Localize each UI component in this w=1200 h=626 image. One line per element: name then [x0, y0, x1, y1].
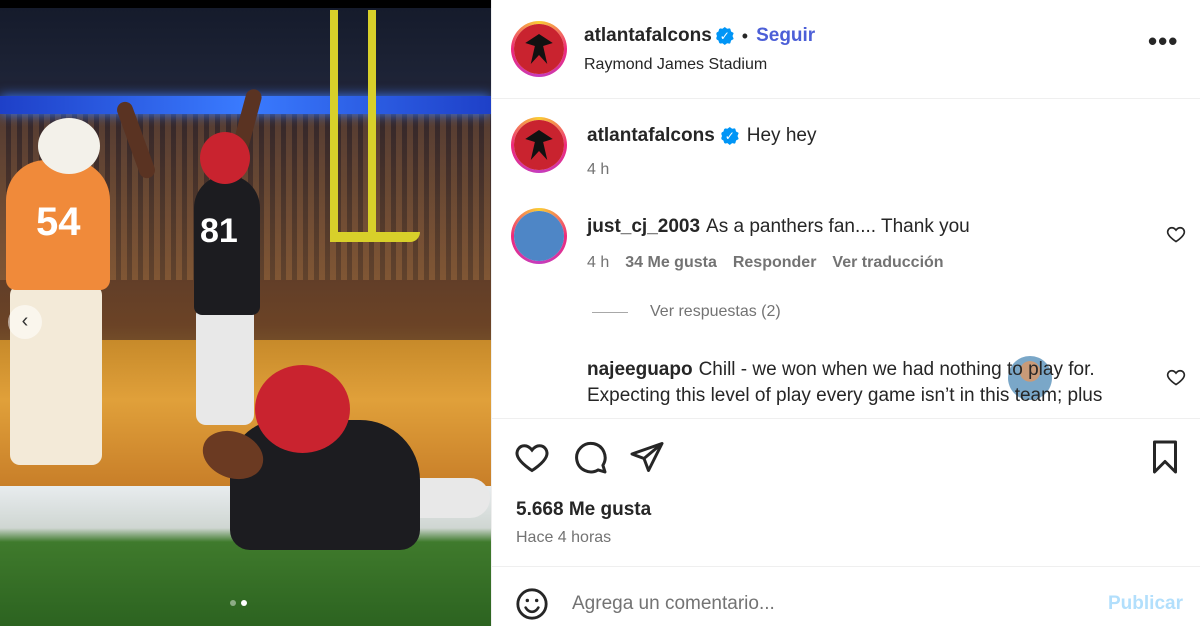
comment-likes[interactable]: 34 Me gusta — [625, 254, 717, 272]
caption-text-row: atlantafalcons ✓ Hey hey — [587, 123, 816, 149]
carousel-dot — [230, 600, 236, 606]
caption-meta: 4 h — [587, 161, 609, 179]
falcons-logo-icon — [525, 34, 553, 64]
goalpost-upright — [368, 10, 376, 240]
carousel-dots — [230, 600, 247, 606]
likes-count[interactable]: 5.668 Me gusta — [516, 499, 651, 521]
header-username[interactable]: atlantafalcons — [584, 25, 712, 47]
comment-meta: 4 h 34 Me gusta Responder Ver traducción — [587, 254, 944, 272]
view-replies-label: Ver respuestas (2) — [650, 303, 781, 320]
post-location[interactable]: Raymond James Stadium — [584, 56, 767, 74]
comment-text-row: just_cj_2003 As a panthers fan.... Thank … — [587, 214, 970, 240]
emoji-smiley-icon[interactable] — [515, 587, 549, 621]
comment-username[interactable]: just_cj_2003 — [587, 216, 700, 237]
add-comment-bar: Publicar — [492, 566, 1200, 626]
comment-username[interactable]: najeeguapo — [587, 359, 693, 380]
comment-reply-button[interactable]: Responder — [733, 254, 817, 272]
publish-comment-button[interactable]: Publicar — [1108, 593, 1183, 615]
carousel-dot-active — [241, 600, 247, 606]
like-heart-icon[interactable] — [514, 439, 550, 475]
save-bookmark-icon[interactable] — [1147, 439, 1183, 475]
caption-avatar[interactable] — [511, 117, 567, 173]
caption-text: Hey hey — [746, 125, 817, 146]
post-side-panel: atlantafalcons ✓ • Seguir Raymond James … — [491, 0, 1200, 626]
player-54-helmet — [38, 118, 100, 174]
caption-time: 4 h — [587, 161, 610, 178]
comment-input[interactable] — [572, 587, 1092, 621]
header-avatar[interactable] — [511, 21, 567, 77]
comment-avatar[interactable] — [511, 208, 567, 264]
goalpost — [330, 10, 338, 240]
user-avatar-image — [514, 211, 564, 261]
share-send-icon[interactable] — [629, 439, 665, 475]
verified-badge-icon: ✓ — [715, 27, 734, 45]
goalpost-base — [330, 232, 420, 242]
player-lying-helmet — [255, 365, 350, 453]
view-replies-button[interactable]: Ver respuestas (2) — [592, 303, 781, 321]
post-actions: 5.668 Me gusta Hace 4 horas — [492, 418, 1200, 566]
falcons-logo-icon — [525, 130, 553, 160]
comment-text-row: najeeguapo Chill - we won when we had not… — [587, 357, 1167, 409]
posted-time: Hace 4 horas — [516, 529, 612, 546]
jersey-number-54: 54 — [36, 200, 81, 244]
follow-button[interactable]: Seguir — [756, 25, 815, 47]
verified-badge-icon: ✓ — [720, 126, 739, 145]
photo-top-bar — [0, 0, 491, 8]
comment-translate-button[interactable]: Ver traducción — [832, 254, 943, 272]
comment-bubble-icon[interactable] — [572, 439, 608, 475]
post-header: atlantafalcons ✓ • Seguir Raymond James … — [492, 0, 1200, 99]
player-81-legs — [196, 305, 254, 425]
carousel-prev-button[interactable]: ‹ — [8, 305, 42, 339]
comment-like-heart-icon[interactable] — [1166, 224, 1186, 244]
instagram-post-view: 54 81 ‹ atlantafalcons ✓ • Seguir Raymon… — [0, 0, 1200, 626]
comments-section[interactable]: atlantafalcons ✓ Hey hey 4 h just_cj_2003 A… — [492, 100, 1200, 418]
player-81-helmet — [200, 132, 250, 184]
comment-time: 4 h — [587, 254, 610, 271]
jersey-number-81: 81 — [200, 212, 238, 250]
replies-divider-line — [592, 311, 628, 313]
comment-like-heart-icon[interactable] — [1166, 367, 1186, 387]
caption-username[interactable]: atlantafalcons — [587, 125, 715, 146]
post-photo[interactable]: 54 81 ‹ — [0, 0, 491, 626]
more-options-icon[interactable]: ••• — [1148, 26, 1178, 57]
header-title-row: atlantafalcons ✓ • Seguir — [584, 25, 815, 47]
header-separator: • — [741, 25, 749, 46]
comment-text: As a panthers fan.... Thank you — [706, 216, 970, 237]
